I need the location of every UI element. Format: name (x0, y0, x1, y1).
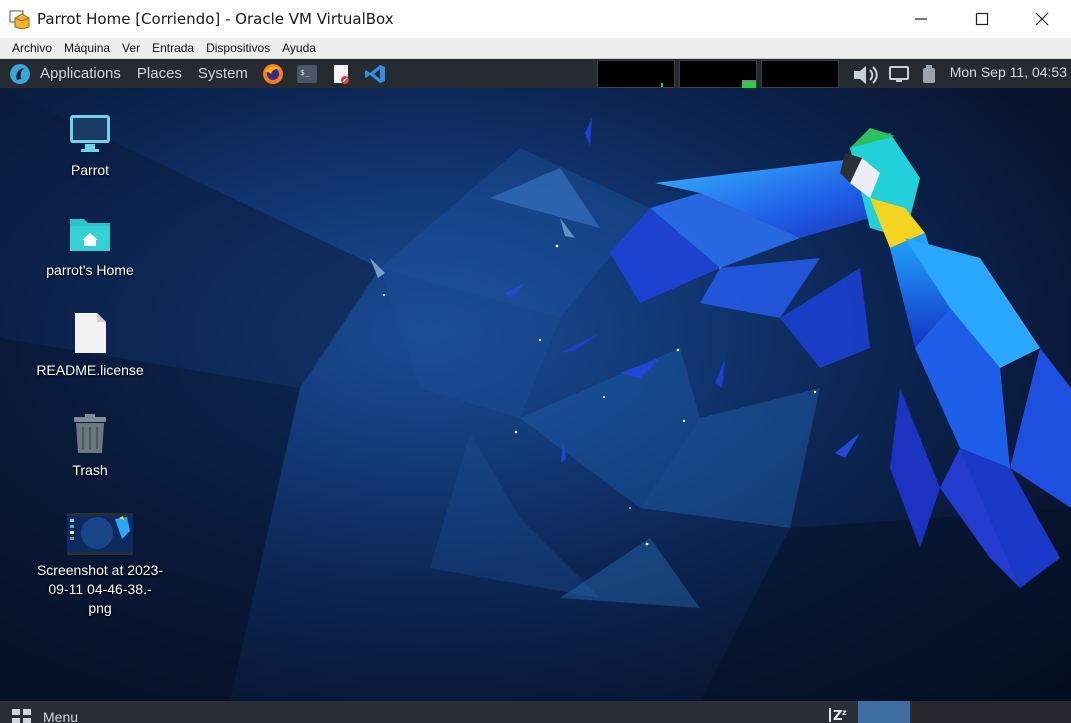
trash-icon (74, 414, 106, 453)
memory-monitor (679, 60, 757, 88)
volume-icon[interactable] (852, 63, 878, 85)
label-line: 09-11 04-46-38.- (48, 581, 152, 597)
top-panel: Applications Places System $_ (0, 59, 1071, 88)
applications-menu[interactable]: Applications (32, 65, 129, 82)
minimize-button[interactable] (892, 0, 950, 38)
desktop-icon-home[interactable]: parrot's Home (25, 211, 155, 280)
menu-archivo[interactable]: Archivo (6, 41, 58, 55)
desktop-icon-label: Trash (72, 462, 108, 478)
network-monitor (761, 60, 839, 88)
svg-text:$_: $_ (300, 68, 310, 77)
desktop-icon-label: README.license (36, 362, 144, 378)
system-menu[interactable]: System (190, 65, 256, 82)
window-titlebar: Parrot Home [Corriendo] - Oracle VM Virt… (0, 0, 1071, 38)
menu-entrada[interactable]: Entrada (146, 41, 200, 55)
desktop-icon-label: parrot's Home (46, 262, 134, 278)
places-menu[interactable]: Places (129, 65, 190, 82)
bottom-menu-button[interactable]: Menu (43, 709, 78, 723)
home-folder-icon (70, 219, 110, 251)
cpu-monitor (597, 60, 675, 88)
menu-ayuda[interactable]: Ayuda (276, 41, 322, 55)
vscode-icon[interactable] (364, 63, 386, 85)
maximize-button[interactable] (953, 0, 1011, 38)
desktop-icon-trash[interactable]: Trash (25, 411, 155, 480)
battery-icon[interactable] (919, 63, 941, 85)
desktop-icon-label: Screenshot at 2023- 09-11 04-46-38.- png (37, 561, 163, 618)
menu-maquina[interactable]: Máquina (58, 41, 116, 55)
virtualbox-menubar: Archivo Máquina Ver Entrada Dispositivos… (0, 38, 1071, 59)
workspace-1[interactable] (858, 701, 910, 723)
bottom-panel: Menu (0, 701, 1071, 723)
label-line: Screenshot at 2023- (36, 562, 164, 578)
sleep-zz-icon[interactable]: Z z (826, 706, 852, 723)
menu-dispositivos[interactable]: Dispositivos (200, 41, 276, 55)
svg-text:z: z (842, 708, 847, 717)
desktop-icon-screenshot[interactable]: Screenshot at 2023- 09-11 04-46-38.- png (35, 513, 165, 618)
menu-ver[interactable]: Ver (116, 41, 146, 55)
desktop-icon-parrot[interactable]: Parrot (25, 111, 155, 180)
desktop[interactable]: Parrot parrot's Home README.license Tras… (0, 88, 1071, 701)
image-thumbnail (67, 513, 133, 555)
terminal-icon[interactable]: $_ (296, 63, 318, 85)
document-icon (75, 313, 106, 353)
panel-clock[interactable]: Mon Sep 11, 04:53 (950, 64, 1067, 80)
text-editor-icon[interactable] (330, 63, 352, 85)
label-line: png (88, 600, 112, 616)
parrot-logo-icon[interactable] (10, 63, 30, 84)
close-button[interactable] (1013, 0, 1071, 38)
display-icon[interactable] (888, 63, 910, 85)
desktop-icon-label: Parrot (70, 162, 110, 178)
virtualbox-icon (9, 8, 31, 30)
window-title: Parrot Home [Corriendo] - Oracle VM Virt… (37, 10, 394, 28)
grid-menu-icon[interactable] (12, 709, 32, 723)
computer-icon (70, 115, 110, 152)
firefox-icon[interactable] (262, 63, 284, 85)
workspace-2[interactable] (912, 701, 1071, 723)
desktop-icon-readme[interactable]: README.license (25, 311, 155, 380)
